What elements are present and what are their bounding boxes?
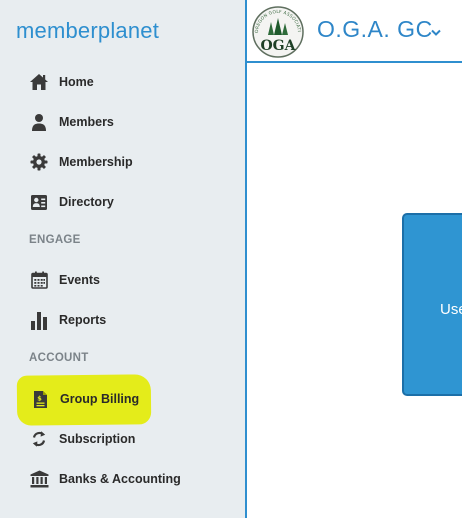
sidebar-item-directory[interactable]: Directory (29, 190, 114, 214)
sidebar-item-members[interactable]: Members (29, 110, 114, 134)
sidebar-item-reports[interactable]: Reports (29, 308, 106, 332)
sidebar-item-label: Events (59, 273, 100, 287)
sidebar-item-membership[interactable]: Membership (29, 150, 133, 174)
section-label-account: ACCOUNT (29, 352, 89, 364)
refresh-icon (29, 429, 49, 449)
sidebar-item-label: Membership (59, 155, 133, 169)
invoice-icon: $ (30, 389, 50, 409)
gear-icon (29, 152, 49, 172)
home-icon (29, 72, 49, 92)
sidebar-item-subscription[interactable]: Subscription (29, 427, 135, 451)
sidebar-item-home[interactable]: Home (29, 70, 94, 94)
sidebar: memberplanet Home Members Membership Dir… (0, 0, 247, 518)
person-icon (29, 112, 49, 132)
info-card[interactable]: Use (402, 213, 462, 396)
svg-text:$: $ (37, 394, 42, 402)
card-text: Use (440, 301, 462, 318)
sidebar-item-label: Reports (59, 313, 107, 327)
sidebar-item-group-billing[interactable]: $ Group Billing (29, 387, 139, 411)
chevron-down-icon[interactable] (431, 24, 441, 42)
top-header: OREGON GOLF ASSOCIATION OGA O.G.A. GC (247, 0, 462, 63)
contact-card-icon (29, 192, 49, 212)
sidebar-item-events[interactable]: Events (29, 268, 100, 292)
sidebar-item-label: Members (59, 115, 114, 129)
sidebar-item-label: Group Billing (60, 392, 140, 406)
calendar-icon (29, 270, 49, 290)
memberplanet-logo[interactable]: memberplanet (16, 18, 159, 44)
sidebar-item-label: Home (59, 75, 94, 89)
sidebar-item-banks-accounting[interactable]: Banks & Accounting (29, 467, 181, 491)
org-name[interactable]: O.G.A. GC (317, 16, 433, 43)
org-logo: OREGON GOLF ASSOCIATION OGA (247, 0, 307, 58)
sidebar-item-label: Banks & Accounting (59, 472, 181, 486)
bar-chart-icon (29, 310, 49, 330)
sidebar-item-label: Directory (59, 195, 114, 209)
bank-icon (29, 469, 49, 489)
section-label-engage: ENGAGE (29, 234, 81, 246)
sidebar-item-label: Subscription (59, 432, 136, 446)
svg-text:OGA: OGA (260, 38, 296, 54)
